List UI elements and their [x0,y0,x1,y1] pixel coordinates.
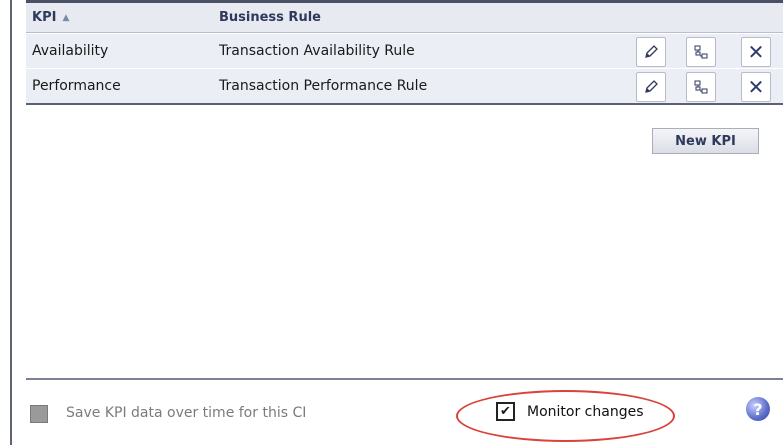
sort-ascending-icon[interactable]: ▲ [62,13,69,23]
column-header-business-rule[interactable]: Business Rule [219,10,321,25]
monitor-changes-checkbox[interactable]: ✔ [496,402,515,421]
pencil-icon [645,80,658,93]
row-business-rule: Transaction Performance Rule [219,78,428,94]
monitor-changes-label: Monitor changes [527,404,644,420]
duplicate-button[interactable] [686,72,716,102]
pencil-icon [645,45,658,58]
kpi-table: KPI ▲ Business Rule Availability Transact… [26,3,783,105]
delete-button[interactable]: ✕ [741,37,771,67]
help-icon[interactable]: ? [746,397,770,421]
save-kpi-checkbox[interactable] [30,405,48,423]
duplicate-button[interactable] [686,37,716,67]
hierarchy-icon [694,80,708,94]
row-business-rule: Transaction Availability Rule [219,43,415,59]
delete-button[interactable]: ✕ [741,72,771,102]
close-icon: ✕ [747,40,765,64]
footer-divider [26,378,783,380]
hierarchy-icon [694,45,708,59]
column-header-kpi[interactable]: KPI ▲ [32,10,69,25]
row-kpi-name: Availability [32,43,109,59]
new-kpi-button[interactable]: New KPI [652,128,759,154]
table-header: KPI ▲ Business Rule [26,3,783,33]
table-row: Availability Transaction Availability Ru… [26,33,783,68]
edit-button[interactable] [636,72,666,102]
edit-button[interactable] [636,37,666,67]
left-divider [10,0,12,445]
save-kpi-label: Save KPI data over time for this CI [66,405,307,421]
close-icon: ✕ [747,75,765,99]
column-header-kpi-label: KPI [32,10,57,25]
table-row: Performance Transaction Performance Rule… [26,68,783,105]
row-kpi-name: Performance [32,78,121,94]
